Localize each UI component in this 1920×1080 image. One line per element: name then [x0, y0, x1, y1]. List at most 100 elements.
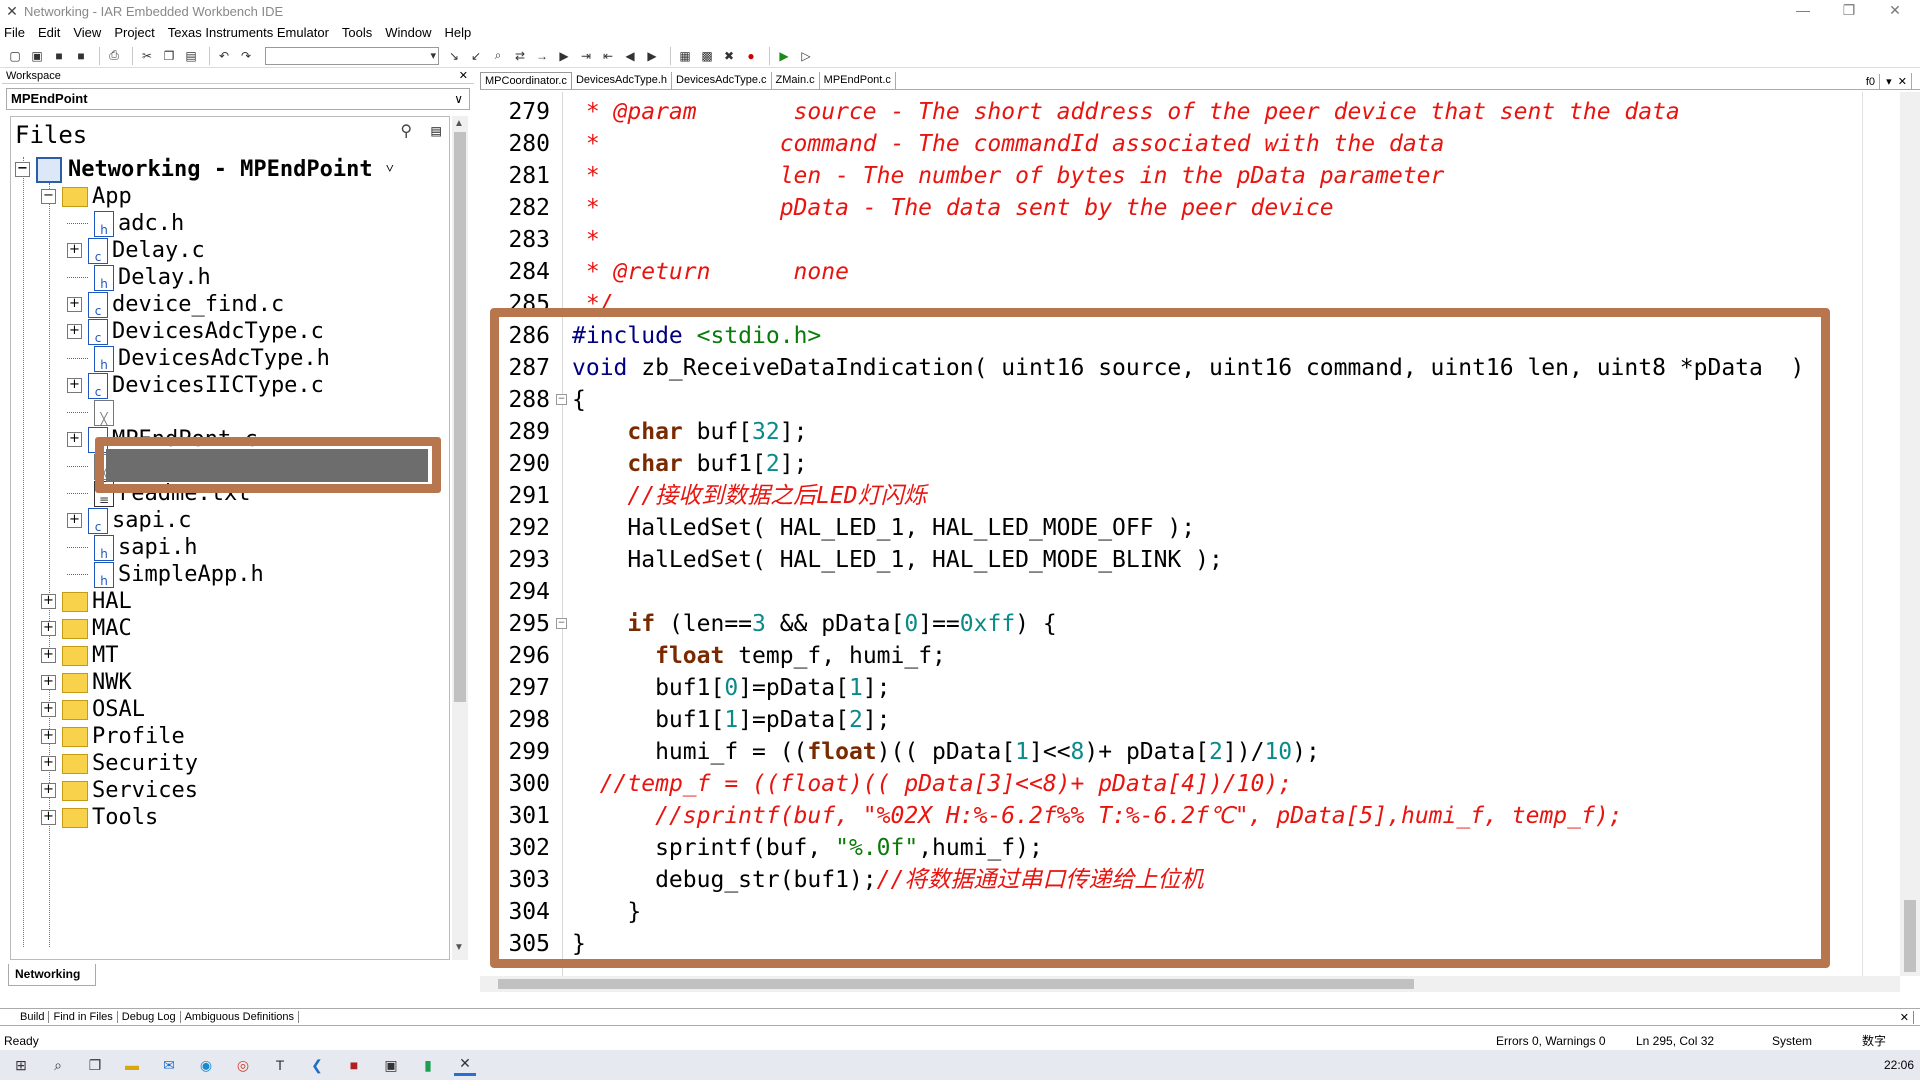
- code-line[interactable]: 290 char buf1[2];: [480, 448, 807, 480]
- code-line[interactable]: 294: [480, 576, 550, 608]
- download-debug-icon[interactable]: ▶: [775, 47, 793, 65]
- minimize-button[interactable]: —: [1780, 0, 1826, 22]
- project-expander[interactable]: −: [15, 162, 30, 177]
- compile-icon[interactable]: ▦: [676, 47, 694, 65]
- stop-build-icon[interactable]: ✖: [720, 47, 738, 65]
- windows-start-icon[interactable]: ⊞: [10, 1054, 32, 1076]
- tree-expander[interactable]: +: [41, 702, 56, 717]
- replace-icon[interactable]: ⇄: [511, 47, 529, 65]
- workspace-close-icon[interactable]: ✕: [459, 68, 468, 84]
- tab-mpendpont-c[interactable]: MPEndPont.c: [820, 72, 896, 89]
- code-line[interactable]: 298 buf1[1]=pData[2];: [480, 704, 890, 736]
- code-line[interactable]: 279 * @param source - The short address …: [480, 96, 1679, 128]
- code-line[interactable]: 289 char buf[32];: [480, 416, 807, 448]
- typora-icon[interactable]: T: [269, 1054, 291, 1076]
- code-line[interactable]: 297 buf1[0]=pData[1];: [480, 672, 890, 704]
- code-line[interactable]: 287 void zb_ReceiveDataIndication( uint16…: [480, 352, 1804, 384]
- pycharm-icon[interactable]: ▮: [417, 1054, 439, 1076]
- code-line[interactable]: 293 HalLedSet( HAL_LED_1, HAL_LED_MODE_B…: [480, 544, 1222, 576]
- tree-expander[interactable]: +: [67, 324, 82, 339]
- paste-icon[interactable]: ▤: [182, 47, 200, 65]
- tree-expander[interactable]: +: [41, 594, 56, 609]
- print-icon[interactable]: ⎙: [105, 47, 123, 65]
- scroll-down-icon[interactable]: ▼: [454, 942, 464, 953]
- configuration-select[interactable]: MPEndPoint: [6, 88, 470, 110]
- fold-toggle-icon[interactable]: −: [556, 618, 567, 629]
- edge-icon[interactable]: ◉: [195, 1054, 217, 1076]
- menu-view[interactable]: View: [73, 25, 101, 40]
- tab-find-in-files[interactable]: Find in Files: [49, 1011, 118, 1023]
- fold-toggle-icon[interactable]: −: [556, 394, 567, 405]
- tab-ambiguous-definitions[interactable]: Ambiguous Definitions: [181, 1011, 300, 1023]
- copy-icon[interactable]: ❐: [160, 47, 178, 65]
- tree-folder[interactable]: + Tools: [41, 801, 158, 834]
- tree-expander[interactable]: +: [41, 675, 56, 690]
- tree-expander[interactable]: +: [41, 729, 56, 744]
- code-line[interactable]: 282 * pData - The data sent by the peer …: [480, 192, 1333, 224]
- tree-expander[interactable]: +: [41, 783, 56, 798]
- vscode-icon[interactable]: ❮: [306, 1054, 328, 1076]
- code-line[interactable]: 303 debug_str(buf1);//将数据通过串口传递给上位机: [480, 864, 1203, 896]
- chrome-icon[interactable]: ◎: [232, 1054, 254, 1076]
- code-editor[interactable]: 279 * @param source - The short address …: [480, 92, 1900, 976]
- file-explorer-icon[interactable]: ▬: [121, 1054, 143, 1076]
- tree-expander[interactable]: +: [67, 297, 82, 312]
- find-prev-icon[interactable]: ↙: [467, 47, 485, 65]
- mail-icon[interactable]: ✉: [158, 1054, 180, 1076]
- menu-ti-emulator[interactable]: Texas Instruments Emulator: [168, 25, 329, 40]
- close-window-button[interactable]: ✕: [1872, 0, 1918, 22]
- toggle-bookmark-icon[interactable]: ▶: [555, 47, 573, 65]
- tree-expander[interactable]: +: [41, 810, 56, 825]
- make-icon[interactable]: ▩: [698, 47, 716, 65]
- code-line[interactable]: 301 //sprintf(buf, "%02X H:%-6.2f%% T:%-…: [480, 800, 1622, 832]
- new-file-icon[interactable]: ▢: [6, 47, 24, 65]
- tab-zmain-c[interactable]: ZMain.c: [772, 72, 820, 89]
- tab-build[interactable]: Build: [16, 1011, 50, 1023]
- iar-taskbar-icon[interactable]: ✕: [454, 1054, 476, 1076]
- tree-expander[interactable]: +: [41, 648, 56, 663]
- messages-close-icon[interactable]: ✕: [1896, 1010, 1914, 1024]
- cut-icon[interactable]: ✂: [138, 47, 156, 65]
- open-icon[interactable]: ▣: [28, 47, 46, 65]
- code-line[interactable]: 284 * @return none: [480, 256, 849, 288]
- code-line[interactable]: 305}: [480, 928, 585, 960]
- find-combo[interactable]: [265, 46, 439, 65]
- code-line[interactable]: 299 humi_f = ((float)(( pData[1]<<8)+ pD…: [480, 736, 1319, 768]
- menu-help[interactable]: Help: [445, 25, 472, 40]
- code-line[interactable]: 288 {: [480, 384, 585, 416]
- code-line[interactable]: 302 sprintf(buf, "%.0f",humi_f);: [480, 832, 1042, 864]
- tree-filter-icon[interactable]: ⚲: [400, 121, 412, 140]
- menu-window[interactable]: Window: [385, 25, 431, 40]
- tree-expander[interactable]: +: [67, 378, 82, 393]
- menu-edit[interactable]: Edit: [38, 25, 60, 40]
- task-view-icon[interactable]: ❐: [84, 1054, 106, 1076]
- menu-project[interactable]: Project: [114, 25, 154, 40]
- debug-no-download-icon[interactable]: ▷: [797, 47, 815, 65]
- tab-mpcoordinator-c[interactable]: MPCoordinator.c: [480, 72, 572, 89]
- workspace-tab-networking[interactable]: Networking: [8, 964, 96, 986]
- tab-debug-log[interactable]: Debug Log: [118, 1011, 181, 1023]
- next-bookmark-icon[interactable]: ⇥: [577, 47, 595, 65]
- tab-devicesadctype-h[interactable]: DevicesAdcType.h: [572, 72, 673, 89]
- code-line[interactable]: 304 }: [480, 896, 641, 928]
- scroll-up-icon[interactable]: ▲: [454, 118, 464, 129]
- editor-hscroll-thumb[interactable]: [498, 979, 1414, 989]
- save-icon[interactable]: ■: [50, 47, 68, 65]
- tree-options-icon[interactable]: ▤: [431, 121, 441, 140]
- nav-back-icon[interactable]: ◀: [621, 47, 639, 65]
- code-line[interactable]: 285 */: [480, 288, 613, 320]
- find-next-icon[interactable]: ↘: [445, 47, 463, 65]
- tree-expander[interactable]: +: [41, 621, 56, 636]
- tree-expander[interactable]: −: [41, 189, 56, 204]
- function-combo[interactable]: f0 ▾ ✕: [1858, 73, 1912, 90]
- code-line[interactable]: 283 *: [480, 224, 599, 256]
- redo-icon[interactable]: ↷: [237, 47, 255, 65]
- code-line[interactable]: 292 HalLedSet( HAL_LED_1, HAL_LED_MODE_O…: [480, 512, 1195, 544]
- restore-button[interactable]: ❐: [1826, 0, 1872, 22]
- tree-expander[interactable]: +: [67, 432, 82, 447]
- menu-file[interactable]: File: [4, 25, 25, 40]
- app-red-icon[interactable]: ■: [343, 1054, 365, 1076]
- code-line[interactable]: 286 #include <stdio.h>: [480, 320, 821, 352]
- wechat-icon[interactable]: ▣: [380, 1054, 402, 1076]
- tree-expander[interactable]: +: [41, 756, 56, 771]
